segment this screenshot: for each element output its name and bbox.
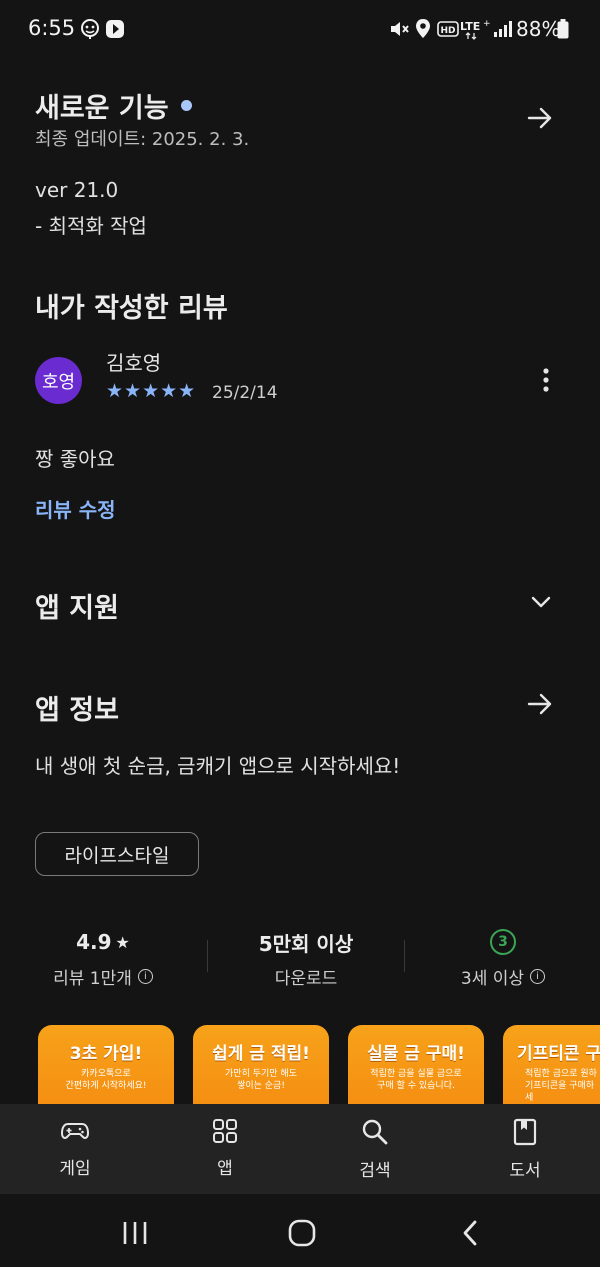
rating-stat[interactable]: 4.9 ★ 리뷰 1만개 i [8,928,198,989]
screenshot-title: 쉽게 금 적립! [212,1044,310,1064]
screenshot-desc: 카카오톡으로 간편하게 시작하세요! [65,1069,147,1091]
nav-search[interactable]: 검색 [315,1118,435,1181]
apps-grid-icon [165,1118,285,1148]
review-author: 김호영 [106,351,162,375]
star-icon: ★ [115,932,130,952]
rating-label: 리뷰 1만개 [53,969,132,989]
more-options-icon[interactable] [536,366,556,398]
battery-percent: 88% [516,17,561,41]
whats-new-title: 새로운 기능 [35,93,169,124]
downloads-label: 다운로드 [274,969,338,989]
mute-vibrate-icon [386,16,412,42]
edit-review-link[interactable]: 리뷰 수정 [35,494,116,523]
stat-divider [404,940,405,972]
age-rating-stat[interactable]: 3 3세 이상 i [408,928,598,989]
hd-voice-icon: HD [436,16,460,42]
play-notification-icon [102,16,128,42]
back-icon[interactable] [458,1219,484,1251]
svg-text:+: + [483,19,490,29]
last-updated: 최종 업데이트: 2025. 2. 3. [35,129,250,150]
info-icon[interactable]: i [530,969,546,984]
location-icon [410,16,436,42]
recent-apps-icon[interactable] [121,1220,149,1250]
nav-label: 게임 [59,1159,91,1179]
nav-books[interactable]: 도서 [465,1118,585,1181]
nav-apps[interactable]: 앱 [165,1118,285,1179]
status-time: 6:55 [28,16,76,40]
status-bar: 6:55 HD LTE + 88% [0,0,600,60]
home-icon[interactable] [288,1219,316,1251]
info-icon[interactable]: i [137,969,153,984]
whats-new-header[interactable]: 새로운 기능 [35,86,192,125]
gamepad-icon [15,1118,135,1148]
lte-plus-icon: LTE + [460,16,490,42]
search-icon [315,1118,435,1150]
app-description: 내 생애 첫 순금, 금캐기 앱으로 시작하세요! [35,754,401,778]
avatar: 호영 [35,357,82,404]
category-chip[interactable]: 라이프스타일 [35,832,199,876]
chevron-down-icon[interactable] [528,590,554,618]
nav-games[interactable]: 게임 [15,1118,135,1179]
app-support-title[interactable]: 앱 지원 [35,586,119,625]
review-date: 25/2/14 [212,383,278,403]
nav-label: 도서 [509,1161,541,1181]
downloads-stat: 5만회 이상 다운로드 [211,928,401,990]
screenshot-title: 3초 가입! [69,1044,143,1064]
app-info-title[interactable]: 앱 정보 [35,688,119,727]
app-notification-icon [77,16,103,42]
nav-label: 검색 [359,1161,391,1181]
signal-icon [490,16,516,42]
update-note: - 최적화 작업 [35,214,147,238]
battery-icon [556,16,570,42]
version-text: ver 21.0 [35,178,119,202]
my-review-heading: 내가 작성한 리뷰 [35,293,228,324]
review-stars: ★★★★★ [106,380,197,402]
app-info-arrow-icon[interactable] [526,690,554,722]
book-icon [465,1118,585,1150]
screenshot-title: 기프티콘 구 [517,1044,600,1064]
whats-new-arrow-icon[interactable] [526,104,554,136]
review-text: 짱 좋아요 [35,447,115,471]
screenshot-title: 실물 금 구매! [367,1044,465,1064]
new-indicator-dot [180,100,192,111]
rating-value: 4.9 [76,930,112,954]
stat-divider [207,940,208,972]
screenshot-desc: 가만히 두기만 해도 쌓이는 순금! [225,1069,297,1091]
svg-text:LTE: LTE [460,20,480,33]
age-label: 3세 이상 [460,969,525,989]
age-rating-badge-icon: 3 [490,929,516,955]
screenshot-desc: 적립한 금을 실물 금으로 구매 할 수 있습니다. [370,1069,462,1091]
downloads-value: 5만회 이상 [258,931,354,956]
nav-label: 앱 [217,1159,233,1179]
screenshot-desc: 적립한 금으로 원하 기프티콘을 구매하세 [525,1069,597,1103]
svg-text:HD: HD [440,26,455,36]
